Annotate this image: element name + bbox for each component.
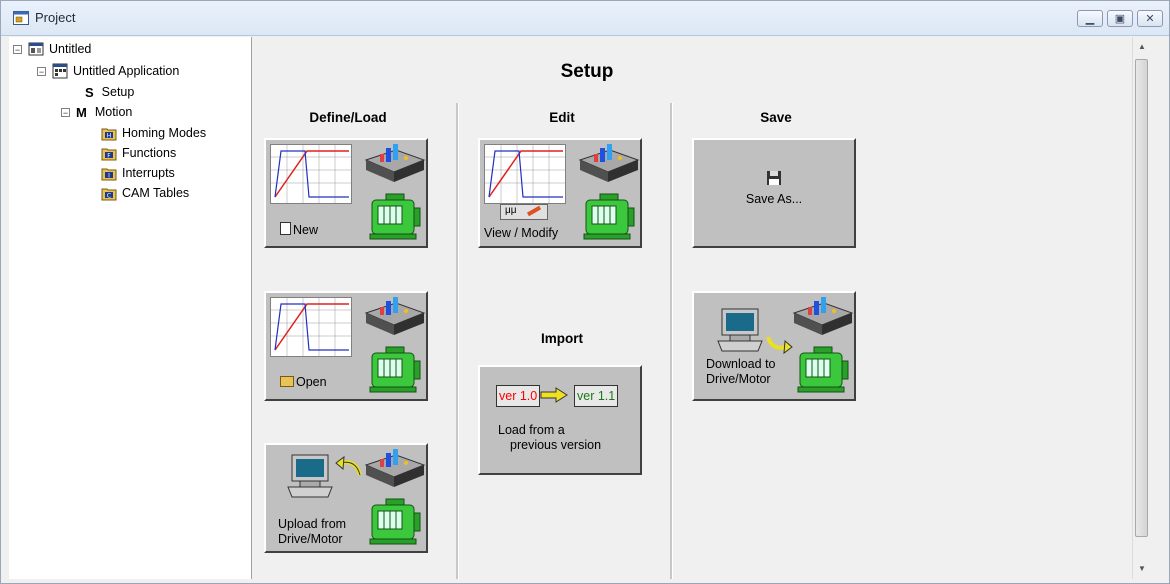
- maximize-button[interactable]: ▣: [1107, 10, 1133, 27]
- tree-item-interrupts[interactable]: I Interrupts: [101, 163, 175, 183]
- new-button[interactable]: New: [264, 138, 428, 248]
- motion-graph-icon: [270, 144, 352, 204]
- tree-label: Homing Modes: [122, 126, 207, 140]
- project-node-icon: [28, 42, 44, 56]
- svg-text:H: H: [107, 133, 112, 140]
- folder-c-icon: C: [101, 188, 117, 201]
- scroll-up-icon[interactable]: ▲: [1133, 39, 1151, 55]
- motor-icon: [797, 346, 849, 393]
- drive-icon: [364, 449, 426, 487]
- close-icon: ✕: [1145, 13, 1155, 25]
- save-as-button[interactable]: Save As...: [692, 138, 856, 248]
- vertical-scrollbar[interactable]: ▲ ▼: [1132, 37, 1151, 579]
- folder-h-icon: H: [101, 128, 117, 141]
- version-old-badge: ver 1.0: [496, 385, 541, 407]
- load-previous-version-button[interactable]: ver 1.0 ver 1.1 Load from a previous vers…: [478, 365, 642, 475]
- tree-label: CAM Tables: [122, 186, 190, 200]
- tree-item-cam-tables[interactable]: C CAM Tables: [101, 183, 189, 203]
- tree-item-homing-modes[interactable]: H Homing Modes: [101, 123, 206, 143]
- motor-icon: [369, 346, 421, 393]
- minimize-button[interactable]: ▁: [1077, 10, 1103, 27]
- drive-icon: [578, 144, 640, 182]
- column-import: Import: [541, 331, 583, 346]
- setup-icon: S: [85, 84, 94, 100]
- download-label: Download to Drive/Motor: [706, 357, 776, 386]
- open-button[interactable]: Open: [264, 291, 428, 401]
- upload-from-drive-button[interactable]: Upload from Drive/Motor: [264, 443, 428, 553]
- tree-label: Motion: [94, 105, 133, 119]
- computer-icon: [717, 308, 763, 352]
- tree-label: Functions: [122, 146, 177, 160]
- collapse-icon[interactable]: −: [61, 107, 70, 117]
- motor-icon: [369, 193, 421, 240]
- svg-text:C: C: [107, 193, 111, 200]
- setup-panel: Setup Define/Load Edit Save Import New O…: [252, 37, 1151, 579]
- motion-graph-icon: [270, 297, 352, 357]
- folder-f-icon: F: [101, 148, 117, 161]
- curved-arrow-icon: [335, 455, 362, 476]
- divider: [670, 103, 673, 579]
- tree-label: Setup: [101, 85, 135, 99]
- tree-item-setup[interactable]: S Setup: [85, 82, 134, 102]
- new-label: New: [280, 222, 318, 238]
- svg-text:F: F: [107, 153, 111, 160]
- right-arrow-icon: [540, 387, 568, 403]
- column-save: Save: [760, 110, 792, 125]
- tree-item-untitled[interactable]: − Untitled: [13, 39, 91, 59]
- collapse-icon[interactable]: −: [37, 66, 46, 76]
- glasses-pencil-icon: μμ: [500, 204, 548, 220]
- collapse-icon[interactable]: −: [13, 44, 22, 54]
- download-to-drive-button[interactable]: Download to Drive/Motor: [692, 291, 856, 401]
- application-icon: [52, 63, 68, 79]
- divider: [456, 103, 459, 579]
- load-previous-label: Load from a previous version: [498, 423, 602, 452]
- tree-label: Interrupts: [122, 166, 175, 180]
- page-title: Setup: [560, 61, 614, 82]
- version-new-badge: ver 1.1: [574, 385, 619, 407]
- drive-icon: [792, 297, 854, 335]
- project-icon: [13, 11, 29, 25]
- computer-icon: [287, 454, 333, 498]
- column-edit: Edit: [549, 110, 575, 125]
- tree-item-motion[interactable]: − M Motion: [61, 102, 132, 122]
- tree-item-application[interactable]: − Untitled Application: [37, 61, 179, 81]
- open-label: Open: [280, 375, 327, 390]
- folder-i-icon: I: [101, 168, 117, 181]
- upload-label: Upload from Drive/Motor: [278, 517, 347, 546]
- floppy-disk-icon: [767, 171, 781, 185]
- svg-text:I: I: [108, 173, 110, 180]
- drive-icon: [364, 144, 426, 182]
- tree-item-functions[interactable]: F Functions: [101, 143, 176, 163]
- project-tree: − Untitled − Untitled Application S Setu…: [9, 37, 252, 579]
- window-title: Project: [35, 10, 76, 25]
- scroll-down-icon[interactable]: ▼: [1133, 561, 1151, 577]
- new-document-icon: [280, 222, 291, 235]
- motor-icon: [369, 498, 421, 545]
- project-window: Project ▁ ▣ ✕ − Untitled − Untitled Appl…: [0, 0, 1170, 584]
- view-modify-label: View / Modify: [484, 226, 559, 240]
- maximize-icon: ▣: [1114, 13, 1126, 25]
- title-bar[interactable]: Project ▁ ▣ ✕: [1, 1, 1169, 36]
- scroll-thumb[interactable]: [1135, 59, 1148, 537]
- motion-graph-icon: [484, 144, 566, 204]
- tree-label: Untitled: [49, 42, 92, 56]
- tree-label: Untitled Application: [73, 64, 180, 78]
- minimize-icon: ▁: [1085, 13, 1095, 25]
- save-as-label: Save As...: [745, 192, 803, 206]
- column-define-load: Define/Load: [309, 110, 387, 125]
- motion-icon: M: [76, 104, 87, 120]
- motor-icon: [583, 193, 635, 240]
- open-folder-icon: [280, 376, 294, 387]
- close-button[interactable]: ✕: [1137, 10, 1163, 27]
- drive-icon: [364, 297, 426, 335]
- view-modify-button[interactable]: μμ View / Modify: [478, 138, 642, 248]
